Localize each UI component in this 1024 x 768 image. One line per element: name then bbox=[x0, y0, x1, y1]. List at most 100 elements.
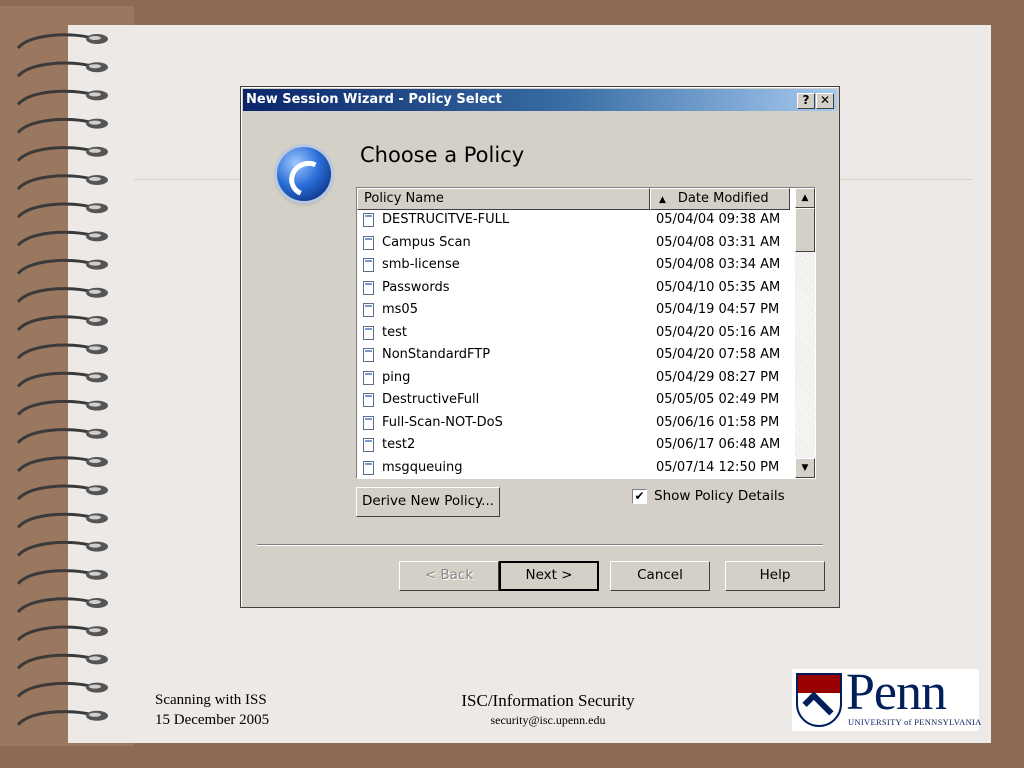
policy-name: DESTRUCITVE-FULL bbox=[382, 212, 510, 227]
policy-name: Campus Scan bbox=[382, 234, 471, 250]
policy-list[interactable]: Policy Name ▲ Date Modified DESTRUCITVE-F… bbox=[356, 187, 816, 479]
policy-document-icon bbox=[363, 235, 374, 250]
spiral-ring-icon bbox=[16, 287, 108, 303]
table-row[interactable]: DESTRUCITVE-FULL 05/04/04 09:38 AM bbox=[357, 210, 793, 233]
policy-document-icon bbox=[363, 348, 374, 362]
table-row[interactable]: Passwords 05/04/10 05:35 AM bbox=[357, 278, 793, 301]
footer-center: ISC/Information Security security@isc.up… bbox=[428, 690, 668, 728]
spiral-ring-icon bbox=[16, 484, 108, 501]
scroll-thumb[interactable] bbox=[795, 208, 815, 252]
cancel-button[interactable]: Cancel bbox=[610, 561, 710, 591]
spiral-ring-icon bbox=[16, 174, 108, 191]
policy-date: 05/04/04 09:38 AM bbox=[656, 212, 781, 227]
policy-date: 05/04/19 04:57 PM bbox=[656, 302, 780, 317]
footer-date: 15 December 2005 bbox=[155, 712, 270, 728]
footer-org: ISC/Information Security bbox=[461, 691, 635, 710]
spiral-ring-icon bbox=[16, 117, 108, 134]
iss-logo-icon bbox=[277, 147, 331, 201]
policy-date: 05/04/10 05:35 AM bbox=[656, 279, 781, 295]
derive-new-policy-button[interactable]: Derive New Policy... bbox=[356, 487, 500, 517]
footer-email: security@isc.upenn.edu bbox=[490, 713, 606, 727]
spiral-ring-icon bbox=[16, 399, 108, 416]
spiral-ring-icon bbox=[16, 512, 108, 529]
policy-document-icon bbox=[363, 258, 374, 272]
decorative-line-left bbox=[134, 179, 240, 180]
new-session-wizard-dialog: New Session Wizard - Policy Select ? ✕ C… bbox=[240, 86, 840, 608]
page-heading: Choose a Policy bbox=[360, 143, 525, 167]
policy-document-icon bbox=[363, 460, 374, 475]
policy-document-icon bbox=[363, 213, 374, 227]
spiral-ring-icon bbox=[16, 428, 108, 444]
show-policy-details-label[interactable]: Show Policy Details bbox=[654, 488, 785, 504]
table-row[interactable]: Full-Scan-NOT-DoS 05/06/16 01:58 PM bbox=[357, 413, 793, 436]
table-row[interactable]: smb-license 05/04/08 03:34 AM bbox=[357, 255, 793, 278]
policy-date: 05/04/08 03:34 AM bbox=[656, 257, 781, 272]
policy-document-icon bbox=[363, 438, 374, 452]
policy-date: 05/05/05 02:49 PM bbox=[656, 392, 780, 407]
policy-name: test bbox=[382, 324, 407, 340]
list-header: Policy Name ▲ Date Modified bbox=[357, 188, 790, 210]
spiral-ring-icon bbox=[16, 625, 108, 642]
column-header-date-label: Date Modified bbox=[677, 191, 769, 206]
spiral-ring-icon bbox=[16, 258, 108, 275]
help-button[interactable]: Help bbox=[725, 561, 825, 591]
policy-date: 05/04/20 05:16 AM bbox=[656, 324, 781, 340]
spiral-rings bbox=[16, 33, 108, 726]
table-row[interactable]: test 05/04/20 05:16 AM bbox=[357, 323, 793, 346]
policy-name: DestructiveFull bbox=[382, 392, 480, 407]
vertical-scrollbar[interactable]: ▲ ▼ bbox=[795, 188, 815, 478]
decorative-line-right bbox=[840, 179, 972, 180]
policy-name: test2 bbox=[382, 437, 416, 452]
show-policy-details-checkbox[interactable]: ✔ bbox=[632, 489, 647, 504]
policy-name: NonStandardFTP bbox=[382, 347, 491, 362]
table-row[interactable]: ping 05/04/29 08:27 PM bbox=[357, 368, 793, 391]
policy-name: ms05 bbox=[382, 302, 418, 317]
table-row[interactable]: NonStandardFTP 05/04/20 07:58 AM bbox=[357, 345, 793, 368]
spiral-ring-icon bbox=[16, 540, 108, 557]
column-header-date-modified[interactable]: ▲ Date Modified bbox=[650, 188, 790, 210]
column-header-policy-name[interactable]: Policy Name bbox=[357, 188, 650, 210]
spiral-ring-icon bbox=[16, 202, 108, 219]
policy-document-icon bbox=[363, 370, 374, 385]
spiral-ring-icon bbox=[16, 33, 108, 50]
spiral-ring-icon bbox=[16, 681, 108, 698]
policy-date: 05/06/16 01:58 PM bbox=[656, 414, 780, 430]
table-row[interactable]: Campus Scan 05/04/08 03:31 AM bbox=[357, 233, 793, 256]
scroll-up-button[interactable]: ▲ bbox=[795, 188, 815, 208]
policy-name: smb-license bbox=[382, 257, 460, 272]
footer-left: Scanning with ISS 15 December 2005 bbox=[155, 690, 269, 730]
penn-wordmark: Penn bbox=[846, 664, 947, 721]
policy-document-icon bbox=[363, 415, 374, 430]
policy-date: 05/07/14 12:50 PM bbox=[656, 459, 780, 475]
policy-document-icon bbox=[363, 303, 374, 317]
table-row[interactable]: msgqueuing 05/07/14 12:50 PM bbox=[357, 458, 793, 479]
policy-name: Full-Scan-NOT-DoS bbox=[382, 414, 503, 430]
spiral-ring-icon bbox=[16, 597, 108, 614]
spiral-ring-icon bbox=[16, 343, 108, 360]
close-button[interactable]: ✕ bbox=[816, 93, 834, 109]
policy-date: 05/04/08 03:31 AM bbox=[656, 234, 781, 250]
spiral-ring-icon bbox=[16, 456, 108, 473]
scroll-down-button[interactable]: ▼ bbox=[795, 458, 815, 478]
spiral-ring-icon bbox=[16, 653, 108, 670]
penn-shield-icon bbox=[796, 673, 842, 727]
spiral-ring-icon bbox=[16, 89, 108, 106]
spiral-ring-icon bbox=[16, 710, 108, 726]
policy-document-icon bbox=[363, 325, 374, 340]
policy-date: 05/06/17 06:48 AM bbox=[656, 437, 781, 452]
spiral-ring-icon bbox=[16, 146, 108, 162]
table-row[interactable]: DestructiveFull 05/05/05 02:49 PM bbox=[357, 390, 793, 413]
spiral-ring-icon bbox=[16, 61, 108, 78]
dialog-title: New Session Wizard - Policy Select bbox=[246, 92, 502, 107]
table-row[interactable]: test2 05/06/17 06:48 AM bbox=[357, 435, 793, 458]
policy-date: 05/04/20 07:58 AM bbox=[656, 347, 781, 362]
back-button[interactable]: < Back bbox=[399, 561, 499, 591]
next-button[interactable]: Next > bbox=[499, 561, 599, 591]
spiral-ring-icon bbox=[16, 315, 108, 332]
policy-name: ping bbox=[382, 369, 411, 385]
spiral-ring-icon bbox=[16, 230, 108, 247]
dialog-titlebar[interactable]: New Session Wizard - Policy Select ? ✕ bbox=[243, 89, 837, 111]
help-title-button[interactable]: ? bbox=[797, 93, 815, 109]
policy-document-icon bbox=[363, 280, 374, 295]
table-row[interactable]: ms05 05/04/19 04:57 PM bbox=[357, 300, 793, 323]
